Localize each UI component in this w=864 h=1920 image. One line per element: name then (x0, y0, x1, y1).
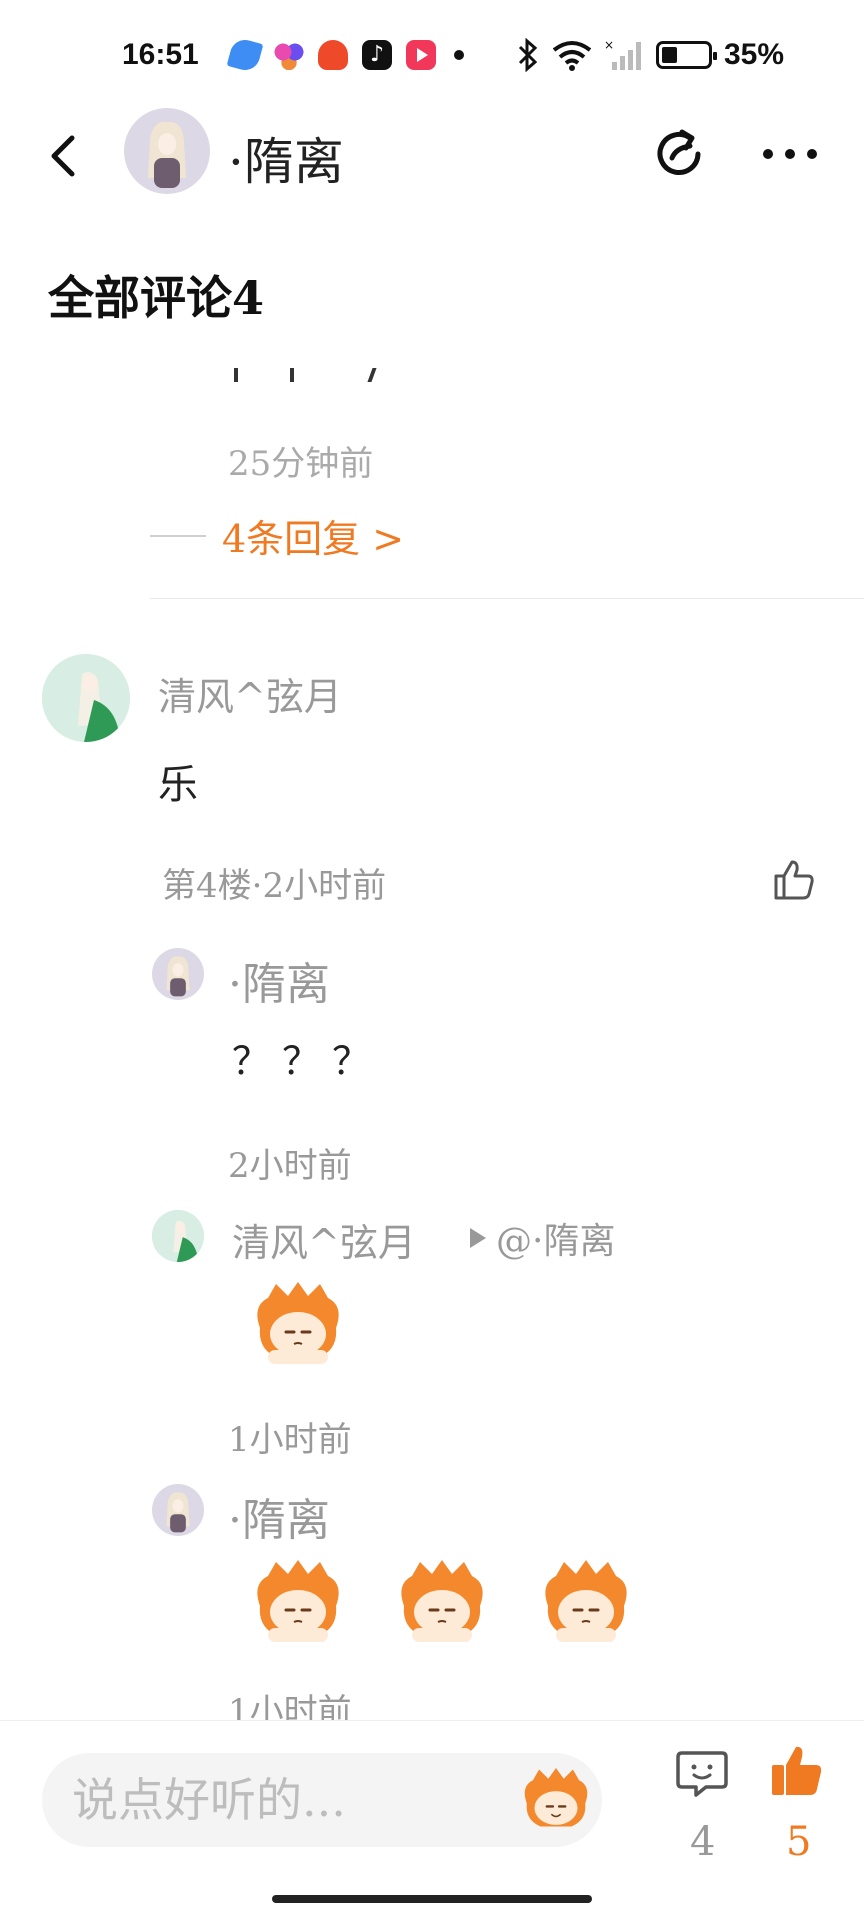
reply-time: 1小时前 (228, 1420, 352, 1460)
signal-icon: × (604, 38, 641, 70)
thumbs-up-icon (774, 860, 814, 900)
wifi-icon (552, 41, 592, 71)
reply-arrow-icon (470, 1228, 486, 1248)
avatar[interactable] (124, 108, 210, 194)
blue-app-icon (226, 36, 264, 74)
svg-text:×: × (604, 38, 614, 52)
like-count: 5 (786, 1819, 812, 1865)
more-icon (763, 149, 817, 159)
reply-username[interactable]: 清风^弦月 (232, 1212, 416, 1267)
emoji-picker-icon[interactable] (516, 1761, 596, 1835)
share-icon (657, 129, 701, 175)
header: ·隋离 (0, 100, 864, 210)
comment-username[interactable]: 清风^弦月 (158, 666, 342, 721)
comment-time: 25分钟前 (228, 444, 374, 484)
battery-icon (655, 41, 717, 69)
like-button[interactable] (766, 1741, 826, 1801)
more-button[interactable] (756, 124, 824, 184)
battery-percent: 35% (723, 38, 784, 71)
share-button[interactable] (650, 124, 710, 184)
clipped-text (230, 352, 390, 382)
comment-count: 4 (690, 1819, 716, 1865)
view-replies-link[interactable]: 4条回复 > (150, 508, 404, 563)
view-replies-label: 4条回复 > (222, 517, 405, 561)
reply-username[interactable]: ·隋离 (228, 1484, 330, 1548)
comment-text: 乐 (158, 762, 198, 808)
tiktok-icon: ♪ (362, 40, 392, 70)
bluetooth-icon (518, 38, 538, 72)
thumbs-up-icon (772, 1746, 822, 1795)
sticker-emoji (534, 1554, 638, 1644)
notification-dot-icon (454, 50, 464, 60)
divider (150, 598, 864, 599)
avatar[interactable] (152, 948, 204, 1000)
sticker-emoji (390, 1554, 494, 1644)
comment-bubble-icon (676, 1751, 728, 1797)
home-indicator[interactable] (272, 1895, 592, 1903)
page-title: ·隋离 (228, 133, 344, 191)
avatar[interactable] (152, 1210, 204, 1262)
reply-to: @·隋离 (470, 1212, 615, 1264)
reply-time: 2小时前 (228, 1146, 352, 1186)
purple-app-icon (274, 40, 304, 70)
divider-line (150, 534, 206, 537)
status-right: × 35% (516, 38, 784, 72)
back-button[interactable] (36, 126, 96, 186)
status-app-icons: ♪ (226, 36, 464, 74)
reply-text: ？ ？ ？ (232, 1039, 371, 1083)
bottom-bar: 4 5 (0, 1720, 864, 1920)
sticker-emoji (246, 1276, 350, 1366)
reply-target[interactable]: @·隋离 (496, 1212, 615, 1264)
status-time: 16:51 (122, 38, 199, 71)
avatar[interactable] (42, 654, 130, 742)
status-bar: 16:51 ♪ × 35% (0, 0, 864, 110)
section-title: 全部评论4 (48, 271, 265, 325)
avatar[interactable] (152, 1484, 204, 1536)
chevron-left-icon (51, 135, 75, 177)
comments-button[interactable] (672, 1743, 732, 1803)
sticker-emoji (246, 1554, 350, 1644)
reply-username[interactable]: ·隋离 (228, 948, 330, 1012)
comment-meta: 第4楼·2小时前 (162, 866, 387, 906)
video-app-icon (406, 40, 436, 70)
like-button[interactable] (770, 856, 818, 904)
red-game-icon (318, 40, 348, 70)
